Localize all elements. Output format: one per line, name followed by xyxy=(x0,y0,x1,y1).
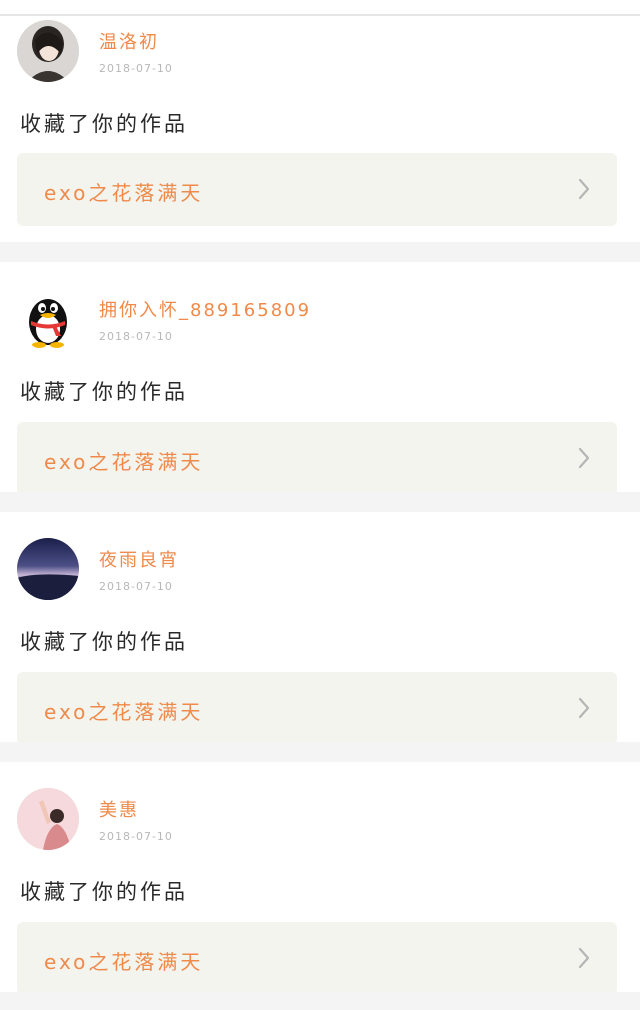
timestamp: 2018-07-10 xyxy=(99,580,173,593)
work-link[interactable]: exo之花落满天 xyxy=(17,422,617,492)
feed-item: 拥你入怀_889165809 2018-07-10 收藏了你的作品 exo之花落… xyxy=(0,262,640,492)
feed-item: 夜雨良宵 2018-07-10 收藏了你的作品 exo之花落满天 xyxy=(0,512,640,742)
work-title: exo之花落满天 xyxy=(44,450,204,474)
action-text: 收藏了你的作品 xyxy=(20,112,188,136)
username[interactable]: 夜雨良宵 xyxy=(99,546,179,572)
action-text: 收藏了你的作品 xyxy=(20,880,188,904)
work-link[interactable]: exo之花落满天 xyxy=(17,672,617,742)
work-title: exo之花落满天 xyxy=(44,700,204,724)
top-bar xyxy=(0,0,640,16)
avatar-photo-icon xyxy=(17,788,79,850)
avatar[interactable] xyxy=(17,288,79,350)
feed-item: 美惠 2018-07-10 收藏了你的作品 exo之花落满天 xyxy=(0,762,640,992)
work-link[interactable]: exo之花落满天 xyxy=(17,153,617,226)
username[interactable]: 美惠 xyxy=(99,796,139,822)
timestamp: 2018-07-10 xyxy=(99,62,173,75)
chevron-right-icon xyxy=(578,947,590,969)
work-link[interactable]: exo之花落满天 xyxy=(17,922,617,992)
avatar[interactable] xyxy=(17,788,79,850)
chevron-right-icon xyxy=(578,447,590,469)
chevron-right-icon xyxy=(578,178,590,200)
chevron-right-icon xyxy=(578,697,590,719)
timestamp: 2018-07-10 xyxy=(99,830,173,843)
avatar-photo-icon xyxy=(17,538,79,600)
penguin-icon xyxy=(17,288,79,350)
activity-feed: 温洛初 2018-07-10 收藏了你的作品 exo之花落满天 拥你入怀_889… xyxy=(0,16,640,992)
work-title: exo之花落满天 xyxy=(44,181,204,205)
username[interactable]: 温洛初 xyxy=(99,28,159,54)
work-title: exo之花落满天 xyxy=(44,950,204,974)
avatar[interactable] xyxy=(17,538,79,600)
action-text: 收藏了你的作品 xyxy=(20,380,188,404)
action-text: 收藏了你的作品 xyxy=(20,630,188,654)
avatar[interactable] xyxy=(17,20,79,82)
feed-item: 温洛初 2018-07-10 收藏了你的作品 exo之花落满天 xyxy=(0,16,640,242)
username[interactable]: 拥你入怀_889165809 xyxy=(99,296,311,322)
avatar-photo-icon xyxy=(17,20,79,82)
timestamp: 2018-07-10 xyxy=(99,330,173,343)
